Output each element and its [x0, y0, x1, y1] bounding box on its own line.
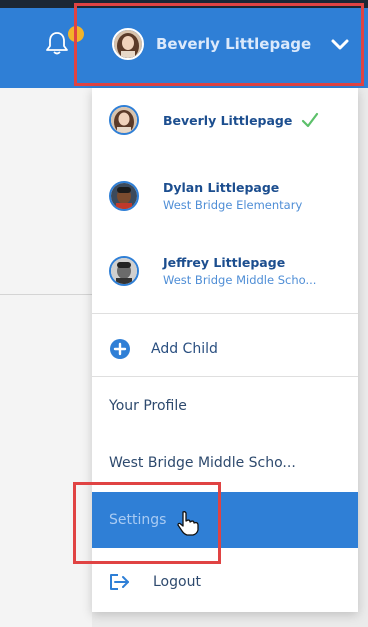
child-school: West Bridge Elementary [163, 198, 303, 212]
current-user-name: Beverly Littlepage [156, 35, 312, 53]
school-label: West Bridge Middle Scho... [109, 455, 296, 471]
avatar [109, 181, 139, 211]
logout-item[interactable]: Logout [92, 554, 358, 610]
settings-item[interactable]: Settings [92, 492, 358, 548]
menu-child-dylan[interactable]: Dylan Littlepage West Bridge Elementary [92, 176, 358, 216]
content-divider [0, 294, 92, 295]
account-dropdown-menu: Beverly Littlepage Dylan Littlepage West… [92, 88, 358, 612]
child-name: Dylan Littlepage [163, 180, 280, 195]
avatar [112, 28, 144, 60]
plus-circle-icon [110, 339, 130, 359]
background-content [0, 88, 92, 627]
menu-divider [92, 313, 358, 314]
logout-label: Logout [153, 574, 201, 590]
avatar [109, 256, 139, 286]
your-profile-item[interactable]: Your Profile [92, 378, 358, 434]
child-name: Beverly Littlepage [163, 112, 293, 128]
chevron-down-icon [331, 39, 349, 50]
check-icon [302, 112, 319, 128]
avatar [109, 105, 139, 135]
user-switcher-button[interactable]: Beverly Littlepage [92, 10, 358, 78]
settings-label: Settings [109, 512, 167, 528]
window-top-strip [0, 0, 368, 8]
add-child-button[interactable]: Add Child [92, 321, 358, 377]
menu-divider [92, 376, 358, 377]
your-profile-label: Your Profile [109, 398, 187, 414]
add-child-label: Add Child [151, 341, 218, 357]
notification-dot [66, 24, 86, 44]
menu-child-jeffrey[interactable]: Jeffrey Littlepage West Bridge Middle Sc… [92, 251, 358, 291]
child-school: West Bridge Middle Scho... [163, 273, 317, 287]
menu-child-beverly[interactable]: Beverly Littlepage [92, 100, 358, 140]
logout-icon [110, 574, 129, 590]
child-name: Jeffrey Littlepage [163, 255, 286, 270]
school-item[interactable]: West Bridge Middle Scho... [92, 435, 358, 491]
